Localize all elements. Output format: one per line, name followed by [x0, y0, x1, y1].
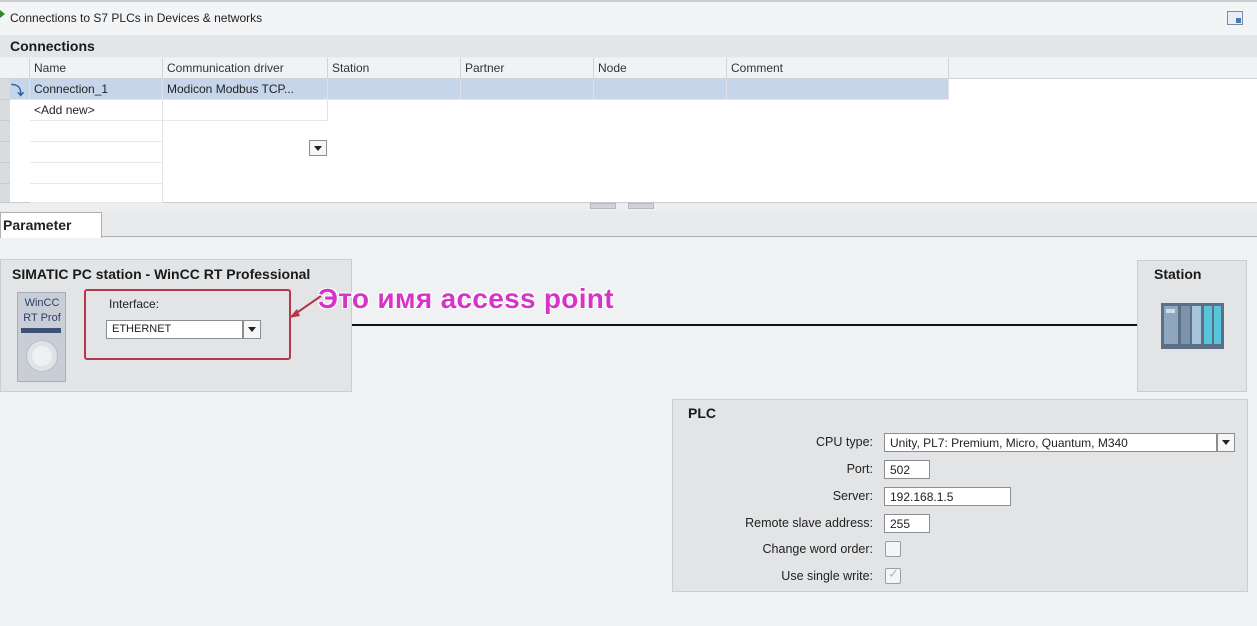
tab-parameter[interactable]: Parameter: [0, 212, 102, 238]
interface-label: Interface:: [109, 297, 160, 311]
cpu-type-select[interactable]: Unity, PL7: Premium, Micro, Quantum, M34…: [884, 433, 1217, 452]
disc-icon: [27, 341, 57, 371]
connections-header: [0, 35, 1257, 57]
table-cell: [30, 142, 163, 163]
row-header: [0, 163, 10, 184]
row-header: [0, 121, 10, 142]
column-header-comment[interactable]: Comment: [727, 58, 949, 79]
wincc-device-label: WinCC RT Prof: [19, 296, 65, 326]
cell-station[interactable]: [328, 79, 461, 100]
server-input[interactable]: 192.168.1.5: [884, 487, 1011, 506]
driver-dropdown-arrow-icon[interactable]: [309, 140, 327, 156]
wincc-label-line1: WinCC: [24, 297, 60, 309]
server-label: Server:: [832, 489, 873, 503]
column-header-node[interactable]: Node: [594, 58, 727, 79]
network-link-line: [352, 324, 1138, 326]
cpu-type-dropdown-arrow-icon[interactable]: [1217, 433, 1235, 452]
splitter-up-button[interactable]: [590, 203, 616, 209]
column-header-driver[interactable]: Communication driver: [163, 58, 328, 79]
connections-table: Name Communication driver Station Partne…: [0, 58, 1257, 203]
change-word-order-checkbox[interactable]: [885, 541, 901, 557]
column-header-name[interactable]: Name: [30, 58, 163, 79]
change-word-order-label: Change word order:: [762, 542, 873, 556]
port-input[interactable]: 502: [884, 460, 930, 479]
simatic-station-title: SIMATIC PC station - WinCC RT Profession…: [12, 266, 311, 282]
annotation-text: Это имя access point: [318, 283, 614, 314]
row-header: [0, 142, 10, 163]
column-header-station[interactable]: Station: [328, 58, 461, 79]
interface-select[interactable]: ETHERNET: [106, 320, 243, 339]
connection-icon: ⤵: [10, 79, 30, 100]
table-cell: [30, 121, 163, 142]
cell-comment[interactable]: [727, 79, 949, 100]
column-header-filler: [949, 58, 1257, 79]
wincc-bar-icon: [21, 328, 61, 333]
port-label: Port:: [846, 462, 873, 476]
interface-dropdown-arrow-icon[interactable]: [243, 320, 261, 339]
row-header[interactable]: [0, 79, 10, 100]
row-header: [0, 184, 10, 203]
row-header[interactable]: [0, 100, 10, 121]
parameter-tabbar: [0, 211, 1257, 237]
wincc-label-line2: RT Prof: [23, 312, 61, 324]
table-cell: [163, 100, 328, 121]
cell-driver[interactable]: Modicon Modbus TCP...: [163, 79, 328, 100]
cpu-type-label: CPU type:: [816, 435, 873, 449]
splitter-down-button[interactable]: [628, 203, 654, 209]
cell-node[interactable]: [594, 79, 727, 100]
cell-name[interactable]: Connection_1: [30, 79, 163, 100]
table-cell: [30, 184, 163, 203]
remote-slave-input[interactable]: 255: [884, 514, 930, 533]
window-layout-icon[interactable]: [1227, 11, 1243, 25]
use-single-write-checkbox[interactable]: [885, 567, 901, 584]
table-cell: [30, 163, 163, 184]
column-header-partner[interactable]: Partner: [461, 58, 594, 79]
expand-arrow-icon[interactable]: [0, 10, 5, 18]
window-title: Connections to S7 PLCs in Devices & netw…: [10, 11, 263, 25]
section-title: Connections: [10, 38, 95, 54]
station-title: Station: [1154, 266, 1202, 282]
remote-slave-label: Remote slave address:: [745, 516, 873, 530]
use-single-write-label: Use single write:: [781, 569, 873, 583]
column-header-rowselector: [0, 58, 30, 79]
plc-title: PLC: [688, 405, 716, 421]
cell-partner[interactable]: [461, 79, 594, 100]
add-new-row[interactable]: <Add new>: [30, 100, 163, 121]
plc-rack-icon: [1161, 303, 1224, 349]
